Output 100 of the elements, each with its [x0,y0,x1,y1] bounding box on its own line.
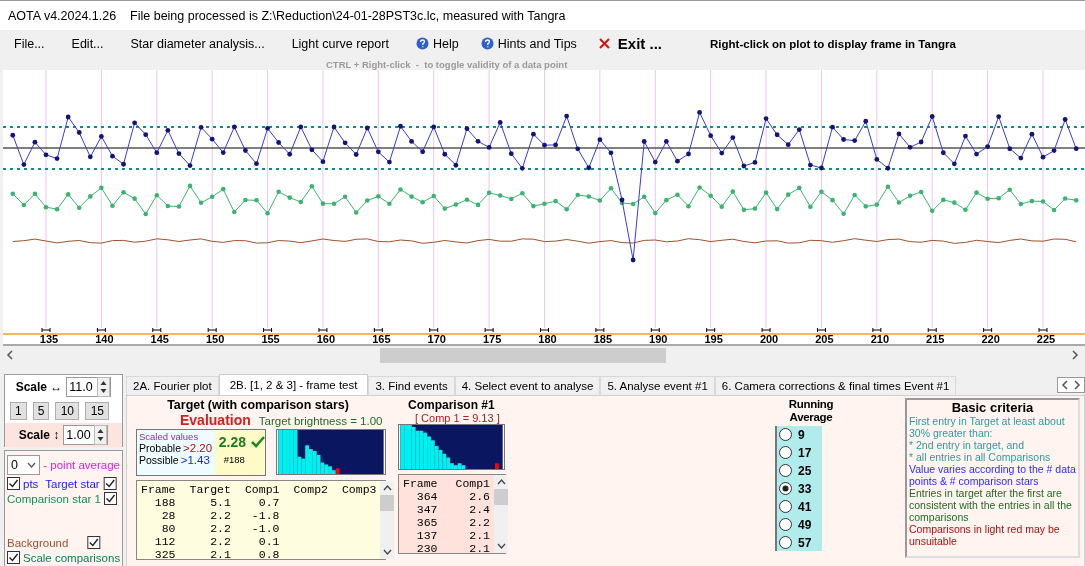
menu-item[interactable]: File... [14,36,45,51]
scale-field[interactable]: 11.0 [66,377,112,397]
menu-item[interactable]: Edit... [71,36,104,51]
series-label: Scale comparisons [23,551,121,564]
table-cell-text: 364 [415,490,438,503]
arrow-right-icon[interactable] [1073,379,1081,390]
axis-label: 175 [482,333,502,345]
radio-button[interactable] [779,464,792,477]
checkbox[interactable] [102,477,117,490]
column-header: Comp3 [341,483,377,496]
scale-label: Scale ↕ [18,428,60,442]
arrow-up-icon[interactable] [496,479,506,485]
table-cell-text: 80 [160,522,176,535]
table-cell-text: -1.0 [250,522,280,535]
menu-item[interactable]: Help [415,36,459,51]
menu-item[interactable]: Exit ... [598,35,663,52]
series-label: Target star [45,477,100,490]
checkbox[interactable] [7,477,20,490]
radio-option[interactable]: 41 [779,500,820,513]
radio-button[interactable] [779,536,792,549]
average-dropdown[interactable]: 0 [7,455,41,475]
menu-item[interactable]: Light curve report [291,36,389,51]
hint-text: CTRL + Right-click - to toggle validity of a data point [326,59,568,71]
radio-option[interactable]: 33 [779,482,820,495]
table-cell-text: 0.7 [257,496,280,509]
menu-item[interactable]: Star diameter analysis... [130,36,265,51]
radio-option[interactable]: 9 [779,428,820,441]
axis-label: 180 [538,333,557,345]
table-cell-text: 2.2 [468,516,491,529]
table-cell-text: 2.6 [468,490,491,503]
arrow-right-icon[interactable] [1071,350,1079,360]
tab[interactable]: 6. Camera corrections & final times Event #1 [714,376,957,395]
axis-label: 225 [1036,333,1056,345]
scale-field[interactable]: 1.00 [63,425,109,445]
caret-icon [27,462,37,468]
scrollbar[interactable] [494,475,509,553]
criteria-text: Entries in target after the first are consistent with the entries in all the comparisons [909,487,1073,523]
table-cell-text: 2.1 [209,548,231,561]
comparison-value: [ Comp 1 = 9.13 ] [414,412,501,424]
radio-option[interactable]: 49 [779,518,820,531]
score-value: 2.28 [218,434,246,450]
tick-mark [983,327,993,333]
scroll-thumb[interactable] [380,347,666,363]
checkbox[interactable] [103,492,117,505]
spinner-control[interactable] [94,425,108,445]
preset-button[interactable]: 10 [55,402,80,420]
radio-button[interactable] [779,518,792,531]
scroll-thumb[interactable] [494,489,509,505]
tab[interactable]: 4. Select event to analyse [454,376,601,395]
table-cell-text: 325 [153,548,176,561]
tick-mark [761,327,771,333]
radio-button[interactable] [779,446,792,459]
arrow-down-icon[interactable] [383,549,392,555]
tick-mark [373,327,383,333]
spinner-control[interactable] [97,377,111,397]
tick-mark [816,327,826,333]
probable-value: >2.20 [183,442,213,454]
series-label: Comparison star 1 [7,492,101,505]
radio-option[interactable]: 57 [779,536,820,549]
table-cell-text: 137 [415,529,438,542]
scroll-thumb[interactable] [380,495,395,511]
axis-label: 195 [704,333,723,345]
table-cell-text: 28 [160,509,176,522]
column-header: Frame [141,483,176,496]
checkbox[interactable] [7,551,20,564]
tab[interactable]: 5. Analyse event #1 [600,376,715,395]
tick-mark [207,327,217,333]
tab[interactable]: 2B. [1, 2 & 3] - frame test [218,374,369,395]
table-cell-text: 2.1 [468,529,491,542]
axis-label: 160 [316,333,336,345]
tick-mark [650,327,660,333]
column-header: Comp1 [455,477,491,490]
evaluation-title: Evaluation [180,412,251,428]
tick-mark [1038,327,1048,333]
axis-label: 155 [261,333,280,345]
tick-mark [318,327,328,333]
preset-button[interactable]: 1 [10,402,27,420]
preset-button[interactable]: 5 [32,402,50,420]
tick-mark [927,327,937,333]
radio-option[interactable]: 17 [779,446,820,459]
arrow-left-icon[interactable] [1061,379,1069,390]
menu-item[interactable]: Hints and Tips [480,36,577,51]
tab[interactable]: 2A. Fourier plot [126,376,219,395]
preset-button[interactable]: 15 [85,402,110,420]
axis-label: 205 [815,333,834,345]
tab[interactable]: 3. Find events [368,376,455,395]
axis-label: 165 [372,333,391,345]
arrow-left-icon[interactable] [6,350,14,360]
radio-button[interactable] [779,428,792,441]
radio-button[interactable] [779,500,792,513]
arrow-up-icon[interactable] [383,485,392,491]
possible-value: >1.43 [180,454,210,466]
help-icon [415,37,429,50]
frame-number: #188 [222,454,246,465]
scale-label: Scale ↔ [15,380,63,394]
radio-button[interactable] [779,482,792,495]
scrollbar[interactable] [380,481,395,559]
arrow-down-icon[interactable] [496,543,506,549]
radio-option[interactable]: 25 [779,464,820,477]
possible-label: Possible [139,454,179,466]
